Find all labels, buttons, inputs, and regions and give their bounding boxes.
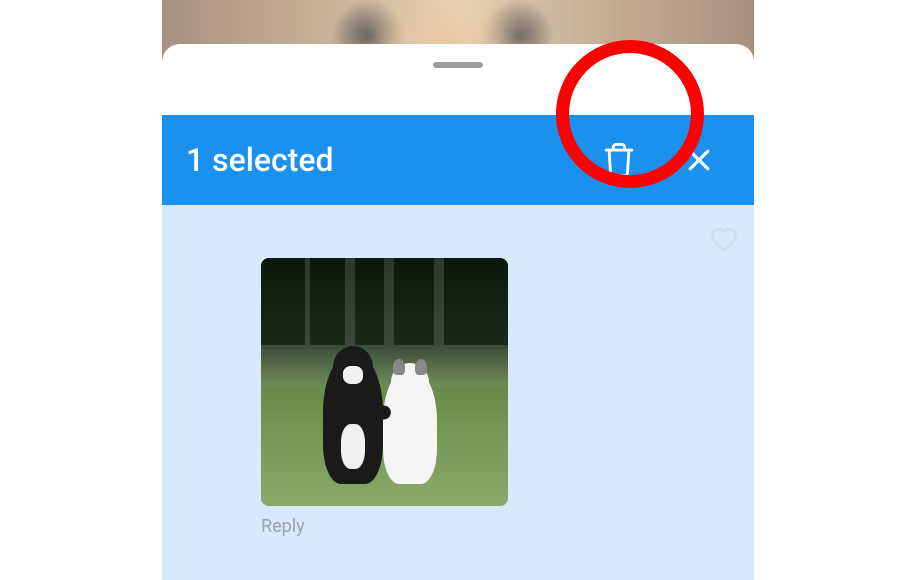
heart-outline-icon [710, 227, 738, 253]
reply-link[interactable]: Reply [261, 516, 508, 537]
image-subject [383, 369, 437, 484]
trash-icon [602, 141, 636, 179]
selection-toolbar: 1 selected [162, 115, 754, 205]
close-icon [684, 145, 714, 175]
selected-message[interactable]: Reply [261, 258, 508, 537]
heart-icon[interactable] [710, 227, 738, 257]
image-bg-element [261, 258, 305, 345]
image-bg-element [444, 258, 508, 345]
image-bg-element [355, 258, 385, 345]
image-bg-element [310, 258, 345, 345]
message-attachment-image[interactable] [261, 258, 508, 506]
image-bg-element [394, 258, 434, 345]
delete-button[interactable] [594, 133, 644, 187]
selection-count-label: 1 selected [186, 141, 594, 179]
sheet-drag-handle[interactable] [433, 62, 483, 68]
bottom-sheet: 1 selected [162, 44, 754, 580]
close-button[interactable] [676, 137, 722, 183]
chat-message-area: Reply [162, 205, 754, 580]
